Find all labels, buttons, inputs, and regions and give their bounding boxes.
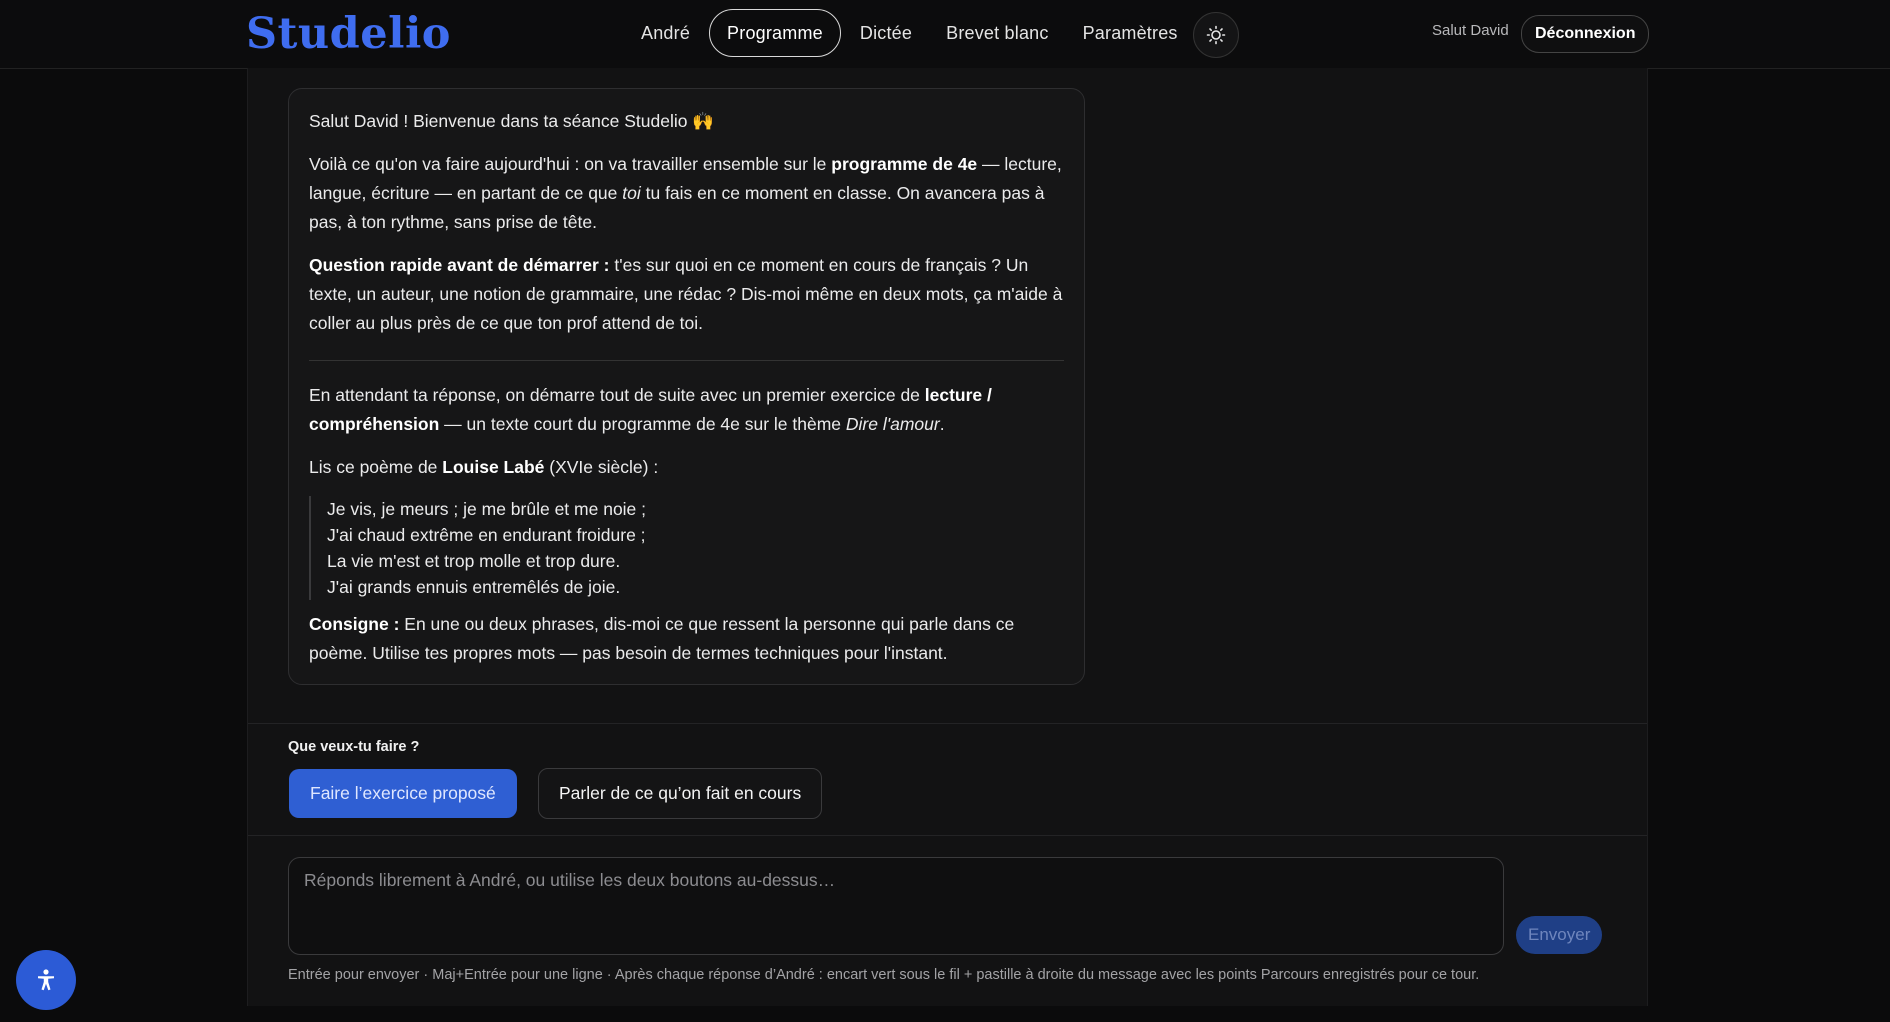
nav-parametres[interactable]: Paramètres bbox=[1066, 9, 1195, 57]
choices-title: Que veux-tu faire ? bbox=[288, 739, 420, 755]
poem-line: Je vis, je meurs ; je me brûle et me noi… bbox=[327, 499, 647, 519]
message-question: Question rapide avant de démarrer : t'es… bbox=[309, 255, 1063, 333]
main-nav: André Programme Dictée Brevet blanc Para… bbox=[624, 9, 1195, 57]
sun-icon bbox=[1206, 25, 1226, 45]
assistant-message: Salut David ! Bienvenue dans ta séance S… bbox=[288, 88, 1085, 685]
nav-andre[interactable]: André bbox=[624, 9, 707, 57]
nav-brevet-blanc[interactable]: Brevet blanc bbox=[929, 9, 1065, 57]
message-greeting: Salut David ! Bienvenue dans ta séance S… bbox=[309, 111, 715, 131]
message-divider bbox=[309, 360, 1064, 361]
accessibility-icon bbox=[38, 969, 54, 991]
quick-choices: Que veux-tu faire ? Faire l’exercice pro… bbox=[248, 723, 1647, 836]
logo-text: Studelio bbox=[246, 9, 451, 59]
accessibility-button[interactable] bbox=[16, 950, 76, 1010]
do-exercise-button[interactable]: Faire l’exercice proposé bbox=[289, 769, 517, 818]
top-bar: Studelio André Programme Dictée Brevet b… bbox=[0, 0, 1890, 69]
talk-about-class-button[interactable]: Parler de ce qu’on fait en cours bbox=[538, 768, 823, 819]
studelio-logo[interactable]: Studelio bbox=[246, 6, 451, 62]
theme-toggle-button[interactable] bbox=[1193, 12, 1239, 58]
poem-quote: Je vis, je meurs ; je me brûle et me noi… bbox=[309, 496, 1064, 600]
poem-line: J'ai grands ennuis entremêlés de joie. bbox=[327, 577, 621, 597]
nav-programme[interactable]: Programme bbox=[709, 9, 841, 57]
logout-button[interactable]: Déconnexion bbox=[1521, 15, 1650, 53]
message-poem-intro: Lis ce poème de Louise Labé (XVIe siècle… bbox=[309, 457, 659, 477]
message-intro: Voilà ce qu'on va faire aujourd'hui : on… bbox=[309, 154, 1062, 232]
message-consigne: Consigne : En une ou deux phrases, dis-m… bbox=[309, 614, 1015, 663]
composer-hint: Entrée pour envoyer · Maj+Entrée pour un… bbox=[288, 967, 1480, 983]
nav-dictee[interactable]: Dictée bbox=[843, 9, 929, 57]
send-button[interactable]: Envoyer bbox=[1516, 916, 1603, 954]
poem-line: La vie m'est et trop molle et trop dure. bbox=[327, 551, 621, 571]
message-exercise: En attendant ta réponse, on démarre tout… bbox=[309, 385, 992, 434]
chat-panel: Salut David ! Bienvenue dans ta séance S… bbox=[247, 68, 1648, 1006]
poem-line: J'ai chaud extrême en endurant froidure … bbox=[327, 525, 646, 545]
message-composer bbox=[288, 857, 1504, 955]
user-greeting: Salut David bbox=[1432, 22, 1509, 39]
message-input[interactable] bbox=[289, 858, 1503, 954]
